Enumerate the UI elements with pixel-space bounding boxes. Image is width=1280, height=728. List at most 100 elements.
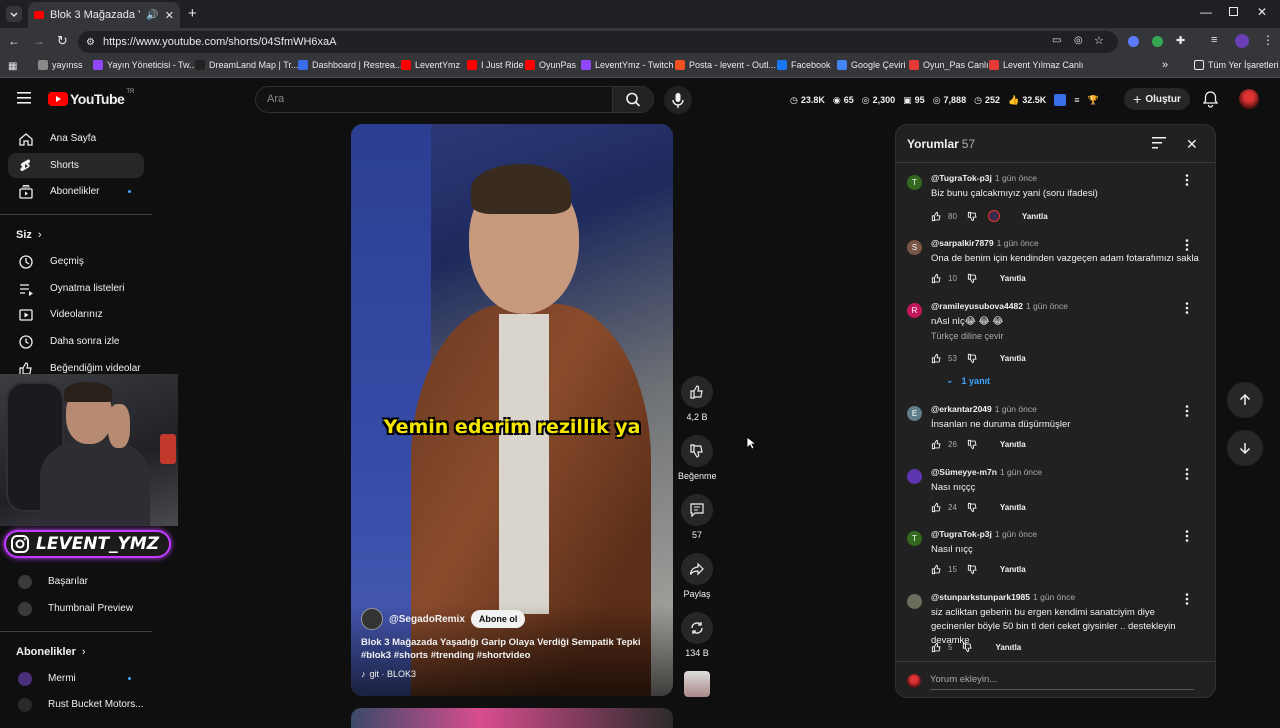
remix-action[interactable]: 134 B bbox=[678, 612, 716, 658]
comment-author[interactable]: @Sümeyye-m7n 1 gün önce bbox=[931, 467, 1042, 477]
comment-avatar[interactable] bbox=[907, 469, 922, 484]
site-info-icon[interactable]: ⚙ bbox=[86, 37, 95, 48]
tab-close-icon[interactable]: ✕ bbox=[165, 9, 174, 22]
comment-menu-icon[interactable] bbox=[1182, 592, 1192, 606]
cast-icon[interactable]: ▭ bbox=[1052, 35, 1061, 46]
bookmark-item[interactable]: Oyun_Pas Canlı bbox=[909, 60, 989, 70]
next-short-button[interactable] bbox=[1227, 430, 1263, 466]
bookmark-item[interactable]: I Just Ride bbox=[467, 60, 524, 70]
comment-author[interactable]: @TugraTok-p3j 1 gün önce bbox=[931, 529, 1037, 539]
sidebar-item[interactable]: Videolarınız bbox=[8, 302, 144, 327]
bookmark-item[interactable]: Dashboard | Restrea... bbox=[298, 60, 402, 70]
sidebar-item[interactable]: Shorts bbox=[8, 153, 144, 178]
comment-dislike-icon[interactable] bbox=[967, 273, 978, 284]
sidebar-item[interactable]: Abonelikler bbox=[8, 179, 144, 204]
sound-thumbnail[interactable] bbox=[684, 671, 710, 697]
all-bookmarks[interactable]: Tüm Yer İşaretleri bbox=[1194, 60, 1279, 70]
bookmark-item[interactable]: LeventYmz bbox=[401, 60, 460, 70]
add-comment-input[interactable]: Yorum ekleyin... bbox=[930, 674, 1194, 690]
comment-dislike-icon[interactable] bbox=[967, 211, 978, 222]
search-button[interactable] bbox=[612, 86, 654, 113]
comment-dislike-icon[interactable] bbox=[962, 642, 973, 653]
tab-list-button[interactable] bbox=[6, 6, 22, 22]
address-bar[interactable]: ⚙ https://www.youtube.com/shorts/04SfmWH… bbox=[78, 31, 1118, 53]
comment-like-icon[interactable] bbox=[931, 273, 942, 284]
bookmark-item[interactable]: Google Çeviri bbox=[837, 60, 906, 70]
view-replies-button[interactable]: ⌄ 1 yanıt bbox=[946, 375, 990, 386]
create-button[interactable]: + Oluştur bbox=[1124, 88, 1190, 110]
speaker-icon[interactable]: 🔊 bbox=[146, 10, 158, 21]
comment-menu-icon[interactable] bbox=[1182, 173, 1192, 187]
bookmark-item[interactable]: Facebook bbox=[777, 60, 831, 70]
comment-author[interactable]: @ramileyusubova4482 1 gün önce bbox=[931, 301, 1068, 311]
sidebar-item[interactable]: Başarılar bbox=[8, 569, 144, 594]
comment-avatar[interactable]: S bbox=[907, 240, 922, 255]
browser-menu-icon[interactable]: ⋮ bbox=[1262, 33, 1274, 47]
comment-menu-icon[interactable] bbox=[1182, 301, 1192, 315]
more-bookmarks-icon[interactable]: » bbox=[1162, 59, 1168, 71]
bookmark-item[interactable]: OyunPas bbox=[525, 60, 576, 70]
comment-author[interactable]: @TugraTok-p3j 1 gün önce bbox=[931, 173, 1037, 183]
sidebar-item[interactable]: Daha sonra izle bbox=[8, 329, 144, 354]
notifications-bell-icon[interactable] bbox=[1203, 91, 1218, 108]
comment-author[interactable]: @stunparkstunpark1985 1 gün önce bbox=[931, 592, 1075, 602]
browser-tab[interactable]: Blok 3 Mağazada Yaşadığı G 🔊 ✕ bbox=[28, 2, 180, 28]
bookmark-item[interactable]: Yayın Yöneticisi - Tw... bbox=[93, 60, 197, 70]
sidebar-item[interactable]: Rust Bucket Motors... bbox=[8, 692, 144, 717]
comment-like-icon[interactable] bbox=[931, 439, 942, 450]
hamburger-menu-icon[interactable] bbox=[17, 92, 31, 104]
sidebar-item[interactable]: Geçmiş bbox=[8, 249, 144, 274]
extensions-puzzle-icon[interactable]: ✚ bbox=[1176, 34, 1185, 47]
comment-avatar[interactable]: R bbox=[907, 303, 922, 318]
share-action[interactable]: Paylaş bbox=[678, 553, 716, 599]
comment-dislike-icon[interactable] bbox=[967, 564, 978, 575]
comment-author[interactable]: @sarpalkir7879 1 gün önce bbox=[931, 238, 1039, 248]
youtube-logo[interactable]: YouTube TR bbox=[48, 89, 134, 107]
reply-button[interactable]: Yanıtla bbox=[1000, 354, 1026, 363]
sidebar-item[interactable]: Ana Sayfa bbox=[8, 126, 144, 151]
reload-icon[interactable]: ↻ bbox=[57, 33, 68, 49]
reply-button[interactable]: Yanıtla bbox=[1000, 440, 1026, 449]
sidebar-item[interactable]: Thumbnail Preview bbox=[8, 596, 144, 621]
profile-avatar[interactable] bbox=[1235, 34, 1249, 48]
reading-list-icon[interactable]: ≡ bbox=[1211, 34, 1217, 46]
back-icon[interactable]: ← bbox=[8, 34, 20, 48]
maximize-icon[interactable] bbox=[1229, 7, 1238, 16]
comment-like-icon[interactable] bbox=[931, 564, 942, 575]
reply-button[interactable]: Yanıtla bbox=[1000, 565, 1026, 574]
comment-avatar[interactable]: T bbox=[907, 175, 922, 190]
new-tab-icon[interactable]: + bbox=[188, 5, 197, 22]
translate-link[interactable]: Türkçe diline çevir bbox=[931, 331, 1004, 341]
like-action[interactable]: 4,2 B bbox=[678, 376, 716, 422]
bookmark-item[interactable]: Levent Yılmaz Canlı bbox=[989, 60, 1083, 70]
sidebar-item[interactable]: Mermi bbox=[8, 666, 144, 691]
subscribe-button[interactable]: Abone ol bbox=[470, 610, 526, 628]
tracking-icon[interactable]: ◎ bbox=[1074, 35, 1083, 46]
comment-like-icon[interactable] bbox=[931, 353, 942, 364]
comment-menu-icon[interactable] bbox=[1182, 404, 1192, 418]
comment-dislike-icon[interactable] bbox=[967, 439, 978, 450]
minimize-icon[interactable]: — bbox=[1200, 5, 1212, 19]
apps-icon[interactable]: ▦ bbox=[8, 61, 17, 72]
video-sound[interactable]: ♪ git · BLOK3 bbox=[361, 669, 416, 679]
dislike-action[interactable]: Beğenme bbox=[678, 435, 717, 481]
comment-menu-icon[interactable] bbox=[1182, 238, 1192, 252]
extension-badge-icon[interactable] bbox=[1054, 94, 1067, 106]
channel-avatar[interactable] bbox=[361, 608, 383, 630]
account-avatar[interactable] bbox=[1239, 89, 1259, 109]
bookmark-item[interactable]: Posta - levent - Outl... bbox=[675, 60, 776, 70]
comment-avatar[interactable]: T bbox=[907, 531, 922, 546]
shorts-video-player[interactable]: Yemin ederim rezillik ya @SegadoRemix Ab… bbox=[351, 124, 673, 696]
window-close-icon[interactable]: ✕ bbox=[1257, 5, 1267, 19]
reply-button[interactable]: Yanıtla bbox=[1022, 212, 1048, 221]
reply-button[interactable]: Yanıtla bbox=[995, 643, 1021, 652]
bookmark-item[interactable]: LeventYmz - Twitch bbox=[581, 60, 673, 70]
previous-short-button[interactable] bbox=[1227, 382, 1263, 418]
close-comments-icon[interactable]: ✕ bbox=[1186, 136, 1198, 153]
sort-icon[interactable] bbox=[1152, 137, 1166, 149]
video-title[interactable]: Blok 3 Mağazada Yaşadığı Garip Olaya Ver… bbox=[361, 636, 661, 662]
bookmark-star-icon[interactable]: ☆ bbox=[1094, 34, 1104, 47]
comment-like-icon[interactable] bbox=[931, 642, 942, 653]
bookmark-item[interactable]: yayınss bbox=[38, 60, 83, 70]
extension-icon-2[interactable] bbox=[1152, 36, 1163, 47]
